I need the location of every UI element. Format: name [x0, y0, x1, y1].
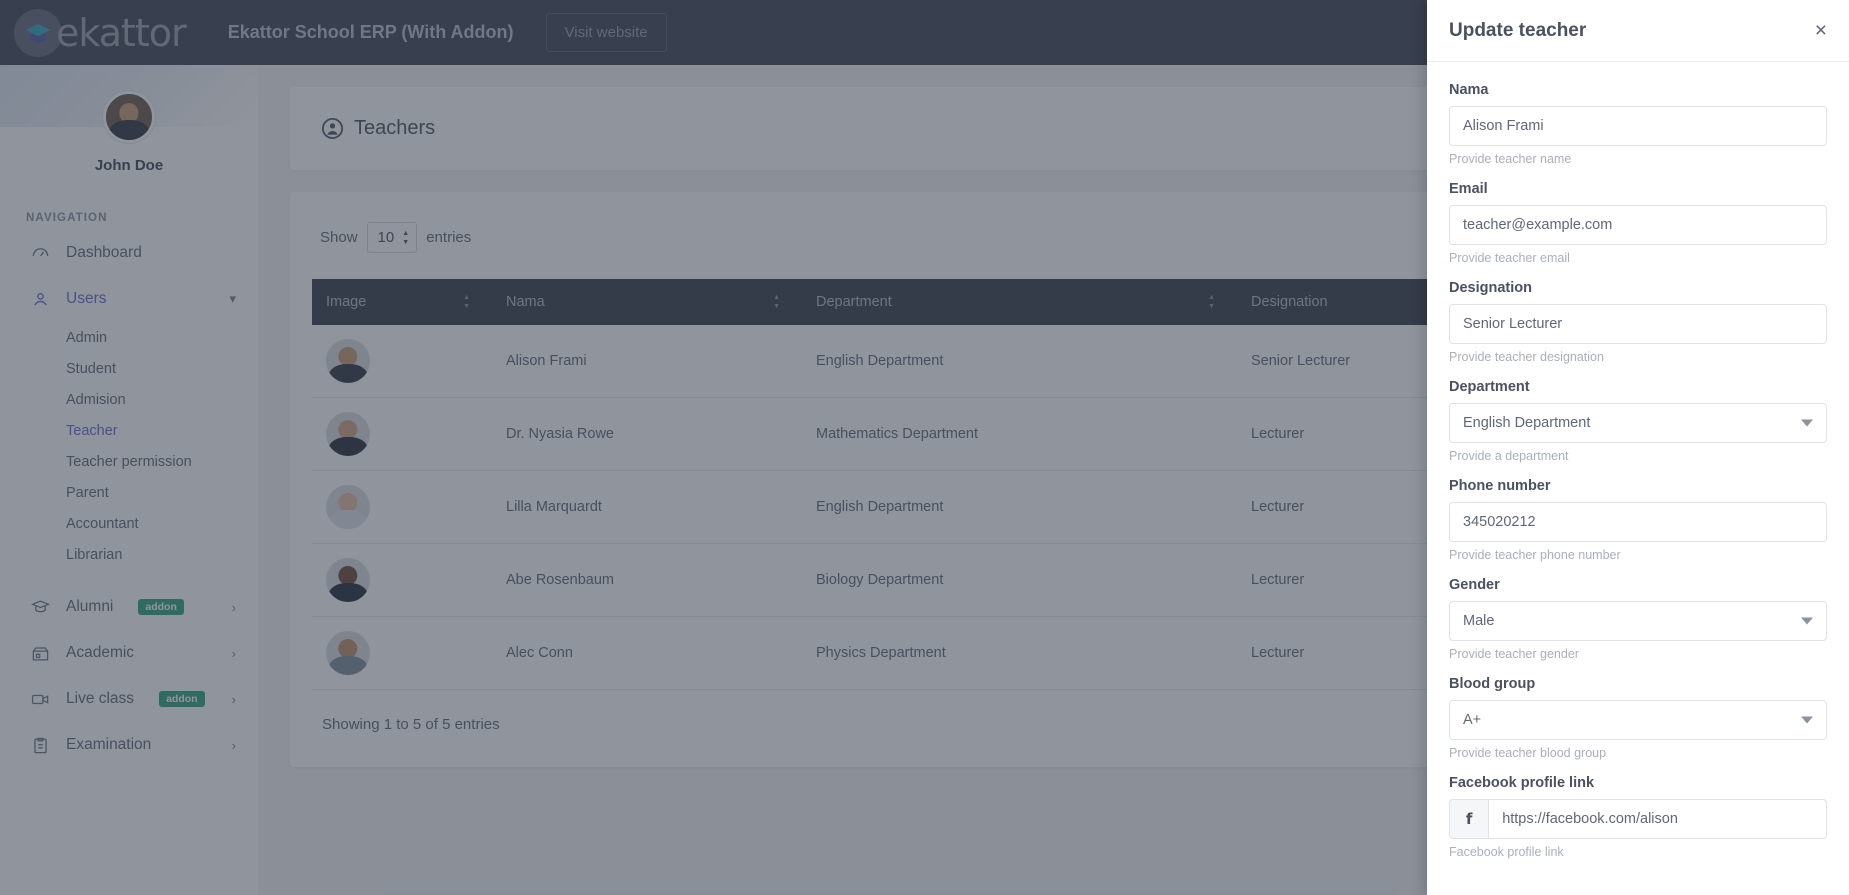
update-teacher-panel: Update teacher × Nama Provide teacher na…: [1427, 0, 1849, 895]
email-label: Email: [1449, 181, 1827, 197]
gender-help: Provide teacher gender: [1449, 647, 1827, 661]
facebook-label: Facebook profile link: [1449, 775, 1827, 791]
gender-select[interactable]: [1449, 601, 1827, 641]
field-phone: Phone number Provide teacher phone numbe…: [1449, 478, 1827, 562]
department-select[interactable]: [1449, 403, 1827, 443]
field-designation: Designation Provide teacher designation: [1449, 280, 1827, 364]
modal-header: Update teacher ×: [1427, 0, 1849, 62]
name-help: Provide teacher name: [1449, 152, 1827, 166]
field-name: Nama Provide teacher name: [1449, 82, 1827, 166]
blood-group-select[interactable]: [1449, 700, 1827, 740]
blood-group-help: Provide teacher blood group: [1449, 746, 1827, 760]
close-icon[interactable]: ×: [1815, 20, 1827, 41]
department-help: Provide a department: [1449, 449, 1827, 463]
designation-label: Designation: [1449, 280, 1827, 296]
email-help: Provide teacher email: [1449, 251, 1827, 265]
facebook-input[interactable]: [1488, 799, 1827, 839]
designation-input[interactable]: [1449, 304, 1827, 344]
field-blood-group: Blood group Provide teacher blood group: [1449, 676, 1827, 760]
screen: ekattor Ekattor School ERP (With Addon) …: [0, 0, 1849, 895]
facebook-icon: f: [1449, 799, 1488, 839]
email-field[interactable]: [1449, 205, 1827, 245]
phone-label: Phone number: [1449, 478, 1827, 494]
field-department: Department Provide a department: [1449, 379, 1827, 463]
department-label: Department: [1449, 379, 1827, 395]
gender-select-wrap: [1449, 601, 1827, 641]
blood-group-select-wrap: [1449, 700, 1827, 740]
modal-body: Nama Provide teacher name Email Provide …: [1427, 62, 1849, 884]
modal-title: Update teacher: [1449, 20, 1586, 42]
phone-help: Provide teacher phone number: [1449, 548, 1827, 562]
gender-label: Gender: [1449, 577, 1827, 593]
name-label: Nama: [1449, 82, 1827, 98]
field-facebook: Facebook profile link f Facebook profile…: [1449, 775, 1827, 859]
blood-group-label: Blood group: [1449, 676, 1827, 692]
facebook-help: Facebook profile link: [1449, 845, 1827, 859]
field-gender: Gender Provide teacher gender: [1449, 577, 1827, 661]
department-select-wrap: [1449, 403, 1827, 443]
facebook-input-group: f: [1449, 799, 1827, 839]
field-email: Email Provide teacher email: [1449, 181, 1827, 265]
name-input[interactable]: [1449, 106, 1827, 146]
designation-help: Provide teacher designation: [1449, 350, 1827, 364]
phone-input[interactable]: [1449, 502, 1827, 542]
